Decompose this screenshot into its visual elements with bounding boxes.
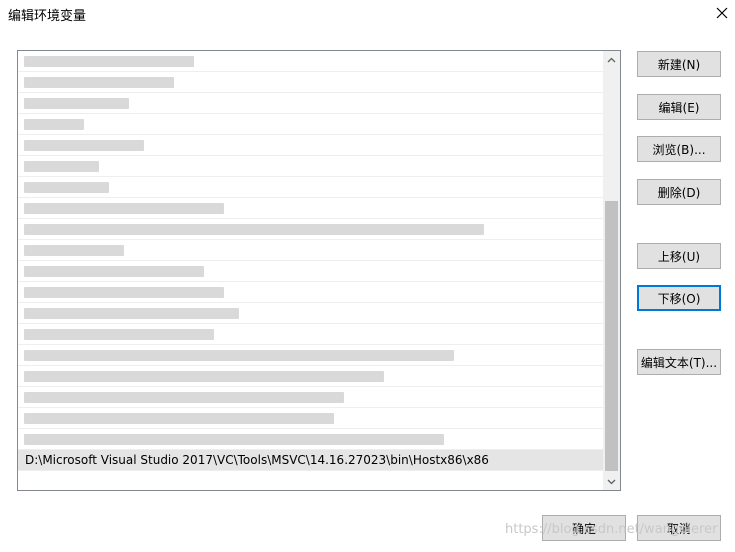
blurred-entry bbox=[24, 371, 384, 382]
chevron-up-icon bbox=[607, 57, 616, 62]
watermark-text: https://blog.csdn.net/wangdierer bbox=[505, 522, 718, 537]
move-down-button[interactable]: 下移(O) bbox=[637, 285, 721, 311]
blurred-entry bbox=[24, 329, 214, 340]
selected-path-text: D:\Microsoft Visual Studio 2017\VC\Tools… bbox=[25, 453, 489, 467]
blurred-entry bbox=[24, 77, 174, 88]
list-item[interactable] bbox=[18, 156, 603, 177]
list-item[interactable] bbox=[18, 387, 603, 408]
browse-button[interactable]: 浏览(B)... bbox=[637, 136, 721, 162]
blurred-entry bbox=[24, 203, 224, 214]
scroll-up-button[interactable] bbox=[603, 51, 620, 68]
edit-button[interactable]: 编辑(E) bbox=[637, 94, 721, 120]
window-title: 编辑环境变量 bbox=[8, 9, 87, 24]
list-item[interactable] bbox=[18, 93, 603, 114]
move-up-button[interactable]: 上移(U) bbox=[637, 243, 721, 269]
list-item[interactable] bbox=[18, 429, 603, 450]
close-button[interactable] bbox=[709, 1, 735, 25]
list-item[interactable] bbox=[18, 366, 603, 387]
list-item[interactable] bbox=[18, 114, 603, 135]
list-item[interactable] bbox=[18, 135, 603, 156]
blurred-entry bbox=[24, 140, 144, 151]
blurred-entry bbox=[24, 182, 109, 193]
list-item-selected[interactable]: D:\Microsoft Visual Studio 2017\VC\Tools… bbox=[18, 450, 603, 471]
path-list[interactable]: D:\Microsoft Visual Studio 2017\VC\Tools… bbox=[17, 50, 621, 491]
blurred-entry bbox=[24, 266, 204, 277]
blurred-entry bbox=[24, 413, 334, 424]
blurred-entry bbox=[24, 245, 124, 256]
blurred-entry bbox=[24, 287, 224, 298]
chevron-down-icon bbox=[607, 479, 616, 484]
blurred-entry bbox=[24, 224, 484, 235]
list-item[interactable] bbox=[18, 324, 603, 345]
list-item[interactable] bbox=[18, 177, 603, 198]
list-item[interactable] bbox=[18, 51, 603, 72]
close-icon bbox=[716, 7, 728, 19]
list-item[interactable] bbox=[18, 72, 603, 93]
list-item[interactable] bbox=[18, 303, 603, 324]
blurred-entry bbox=[24, 434, 444, 445]
list-item[interactable] bbox=[18, 198, 603, 219]
edit-text-button[interactable]: 编辑文本(T)... bbox=[637, 349, 721, 375]
blurred-entry bbox=[24, 308, 239, 319]
list-item[interactable] bbox=[18, 408, 603, 429]
list-item[interactable] bbox=[18, 219, 603, 240]
blurred-entry bbox=[24, 119, 84, 130]
new-button[interactable]: 新建(N) bbox=[637, 51, 721, 77]
blurred-entry bbox=[24, 350, 454, 361]
list-item[interactable] bbox=[18, 282, 603, 303]
vertical-scrollbar[interactable] bbox=[603, 51, 620, 490]
scroll-thumb[interactable] bbox=[605, 201, 618, 471]
blurred-entry bbox=[24, 161, 99, 172]
list-item[interactable] bbox=[18, 261, 603, 282]
delete-button[interactable]: 删除(D) bbox=[637, 179, 721, 205]
list-item[interactable] bbox=[18, 240, 603, 261]
blurred-entry bbox=[24, 56, 194, 67]
blurred-entry bbox=[24, 392, 344, 403]
scroll-down-button[interactable] bbox=[603, 473, 620, 490]
path-list-rows: D:\Microsoft Visual Studio 2017\VC\Tools… bbox=[18, 51, 603, 490]
list-item[interactable] bbox=[18, 345, 603, 366]
blurred-entry bbox=[24, 98, 129, 109]
